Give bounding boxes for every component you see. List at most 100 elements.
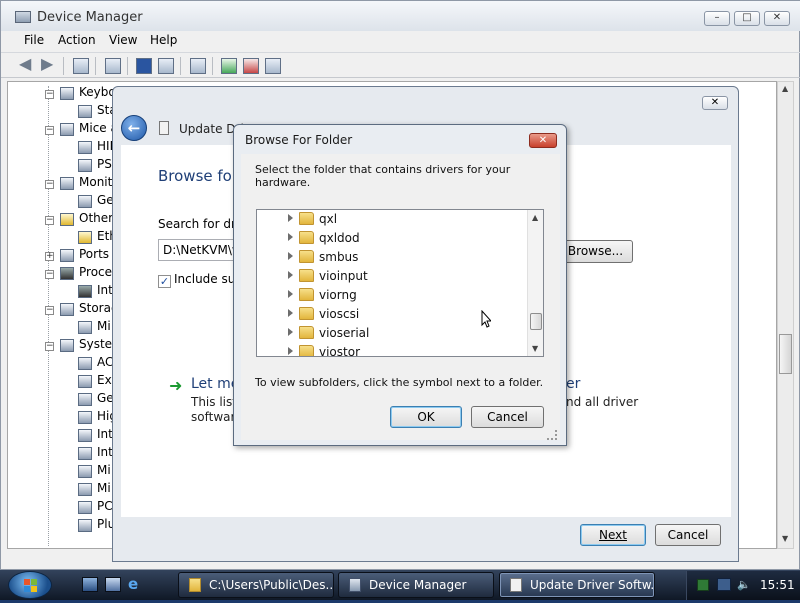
scroll-thumb[interactable]: [779, 334, 792, 374]
tree-expander[interactable]: −: [45, 342, 54, 351]
device-manager-titlebar[interactable]: Device Manager – □ ✕: [1, 1, 800, 31]
checkbox-checked-icon[interactable]: ✓: [158, 275, 171, 288]
taskbar-item-explorer[interactable]: C:\Users\Public\Des...: [178, 572, 334, 598]
folder-item[interactable]: smbus: [257, 248, 527, 267]
disable-device-icon[interactable]: [243, 58, 259, 74]
start-button[interactable]: [8, 571, 52, 599]
folder-item[interactable]: qxldod: [257, 229, 527, 248]
expand-arrow-icon[interactable]: [288, 214, 293, 222]
ok-button[interactable]: OK: [390, 406, 462, 428]
tree-item-system-device[interactable]: AC: [97, 355, 113, 373]
browse-button[interactable]: Browse...: [558, 240, 633, 263]
taskbar-item-update-driver[interactable]: Update Driver Softw...: [499, 572, 655, 598]
mouse-icon: [60, 123, 74, 136]
let-me-pick-link-tail[interactable]: er: [566, 376, 580, 392]
scroll-down-arrow-icon[interactable]: ▼: [782, 534, 788, 543]
folder-tree-scrollbar[interactable]: ▲ ▼: [527, 210, 543, 356]
forward-arrow-icon[interactable]: ▶: [41, 56, 57, 72]
page-heading: Browse for: [158, 167, 239, 185]
minimize-button[interactable]: –: [704, 11, 730, 26]
tree-item-other-devices[interactable]: Other: [79, 211, 113, 229]
resize-grip[interactable]: [547, 430, 557, 440]
network-icon[interactable]: [717, 578, 731, 591]
system-device-icon: [78, 357, 92, 370]
tree-item-system-device[interactable]: Int: [97, 445, 113, 463]
tree-expander[interactable]: −: [45, 270, 54, 279]
folder-icon: [299, 345, 314, 356]
tree-item-intel-processor[interactable]: Int: [97, 283, 113, 301]
cancel-button[interactable]: Cancel: [655, 524, 721, 546]
properties-icon[interactable]: [105, 58, 121, 74]
system-device-icon: [78, 393, 92, 406]
system-device-icon: [78, 411, 92, 424]
back-button[interactable]: ←: [121, 115, 147, 141]
tree-item-system-device[interactable]: Mi: [97, 463, 111, 481]
scroll-up-arrow-icon[interactable]: ▲: [532, 213, 538, 222]
menu-action[interactable]: Action: [58, 33, 96, 47]
expand-arrow-icon[interactable]: [288, 309, 293, 317]
expand-arrow-icon[interactable]: [288, 233, 293, 241]
folder-item[interactable]: qxl: [257, 210, 527, 229]
volume-muted-icon[interactable]: 🔈: [737, 578, 751, 592]
scroll-up-arrow-icon[interactable]: ▲: [782, 84, 788, 93]
update-driver-icon[interactable]: [221, 58, 237, 74]
menu-file[interactable]: File: [24, 33, 44, 47]
menu-help[interactable]: Help: [150, 33, 177, 47]
toolbar-separator: [95, 57, 96, 75]
tree-item-system-device[interactable]: Mi: [97, 481, 111, 499]
expand-arrow-icon[interactable]: [288, 347, 293, 355]
scroll-down-arrow-icon[interactable]: ▼: [532, 344, 538, 353]
include-subfolders-option[interactable]: ✓ Include sub: [158, 272, 243, 288]
menu-view[interactable]: View: [109, 33, 137, 47]
tree-expander[interactable]: −: [45, 306, 54, 315]
show-hide-console-tree-icon[interactable]: [73, 58, 89, 74]
folder-tree[interactable]: qxl qxldod smbus vioinput viorng vioscsi: [256, 209, 544, 357]
taskbar-item-device-manager[interactable]: Device Manager: [338, 572, 494, 598]
next-button[interactable]: Next: [580, 524, 646, 546]
dialog-close-button[interactable]: ✕: [529, 133, 557, 148]
help-icon[interactable]: [136, 58, 152, 74]
close-button[interactable]: ✕: [764, 11, 790, 26]
clock[interactable]: 15:51: [760, 578, 795, 592]
maximize-button[interactable]: □: [734, 11, 760, 26]
tree-scrollbar[interactable]: ▲ ▼: [777, 81, 794, 549]
system-device-icon: [78, 447, 92, 460]
expand-arrow-icon[interactable]: [288, 271, 293, 279]
device-manager-icon: [15, 11, 31, 23]
system-device-icon: [78, 483, 92, 496]
folder-icon: [299, 288, 314, 301]
show-action-pane-icon[interactable]: [158, 58, 174, 74]
scan-hardware-icon[interactable]: [190, 58, 206, 74]
system-device-icon: [78, 501, 92, 514]
tree-item-microsoft-storage[interactable]: Mi: [97, 319, 111, 337]
toolbar-separator: [63, 57, 64, 75]
folder-name: qxl: [319, 212, 338, 226]
keyboard-icon: [60, 87, 74, 100]
switch-windows-icon[interactable]: [105, 577, 121, 592]
uninstall-device-icon[interactable]: [265, 58, 281, 74]
tree-expander[interactable]: −: [45, 216, 54, 225]
expand-arrow-icon[interactable]: [288, 252, 293, 260]
tree-expander[interactable]: −: [45, 126, 54, 135]
expand-arrow-icon[interactable]: [288, 290, 293, 298]
tree-item-system-device[interactable]: PC: [97, 499, 113, 517]
show-desktop-icon[interactable]: [82, 577, 98, 592]
folder-item[interactable]: viorng: [257, 286, 527, 305]
cancel-button[interactable]: Cancel: [471, 406, 544, 428]
folder-item[interactable]: vioinput: [257, 267, 527, 286]
back-arrow-icon[interactable]: ◀: [19, 56, 35, 72]
device-icon: [510, 578, 522, 592]
security-center-icon[interactable]: [697, 579, 709, 591]
scroll-thumb[interactable]: [530, 313, 542, 330]
internet-explorer-icon[interactable]: e: [128, 577, 144, 592]
tree-expander[interactable]: −: [45, 90, 54, 99]
dialog-close-button[interactable]: ✕: [702, 96, 728, 110]
folder-item[interactable]: viostor: [257, 343, 527, 356]
folder-icon: [299, 212, 314, 225]
expand-arrow-icon[interactable]: [288, 328, 293, 336]
tree-item-system-device[interactable]: Int: [97, 427, 113, 445]
instruction-text: Select the folder that contains drivers …: [255, 163, 511, 189]
tree-expander[interactable]: −: [45, 180, 54, 189]
tree-expander[interactable]: +: [45, 252, 54, 261]
tree-item-keyboards[interactable]: Keybo: [79, 85, 116, 103]
